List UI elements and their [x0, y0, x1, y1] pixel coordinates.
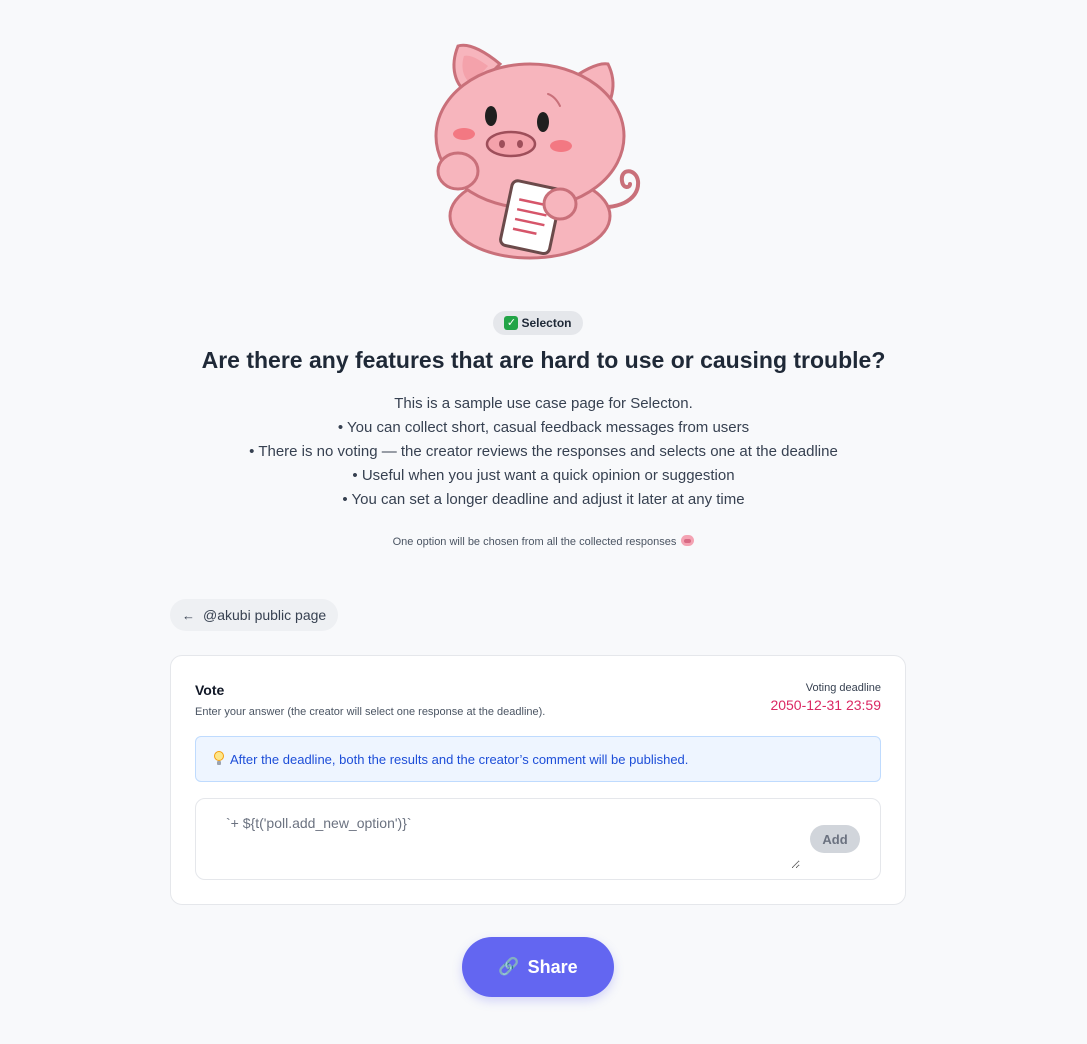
lightbulb-icon — [214, 751, 224, 767]
info-banner-text: After the deadline, both the results and… — [230, 751, 689, 767]
page-title: Are there any features that are hard to … — [201, 347, 886, 373]
description-line: • Useful when you just want a quick opin… — [352, 467, 735, 484]
back-link-label: @akubi public page — [203, 607, 327, 623]
pig-face-icon — [681, 535, 695, 546]
deadline-value: 2050-12-31 23:59 — [770, 697, 881, 713]
description-line: • You can collect short, casual feedback… — [337, 419, 750, 436]
new-option-input-box: Add — [195, 798, 881, 880]
new-option-input[interactable] — [208, 809, 800, 869]
app-badge: ✓ Selecton — [493, 311, 583, 335]
page: ✓ Selecton Are there any features that a… — [0, 0, 1087, 1044]
vote-subtitle: Enter your answer (the creator will sele… — [195, 706, 546, 718]
description: This is a sample use case page for Selec… — [0, 392, 1087, 512]
check-icon: ✓ — [504, 316, 519, 330]
selection-note: One option will be chosen from all the c… — [0, 535, 1087, 548]
vote-card: Vote Enter your answer (the creator will… — [170, 655, 906, 905]
description-line: • There is no voting — the creator revie… — [249, 443, 838, 460]
badge-label: Selecton — [521, 316, 572, 330]
arrow-left-icon: ← — [182, 607, 195, 623]
pig-mascot-illustration — [434, 43, 641, 260]
share-label: Share — [527, 956, 578, 977]
description-line: This is a sample use case page for Selec… — [394, 395, 693, 412]
share-button[interactable]: 🔗 Share — [462, 937, 614, 997]
link-icon: 🔗 — [498, 957, 520, 976]
info-banner: After the deadline, both the results and… — [195, 736, 881, 782]
description-line: • You can set a longer deadline and adju… — [342, 491, 745, 508]
vote-title: Vote — [195, 682, 225, 698]
add-button[interactable]: Add — [810, 825, 860, 853]
back-to-public-page-link[interactable]: ← @akubi public page — [170, 599, 338, 631]
selection-note-text: One option will be chosen from all the c… — [392, 536, 677, 548]
deadline-label: Voting deadline — [805, 682, 881, 694]
